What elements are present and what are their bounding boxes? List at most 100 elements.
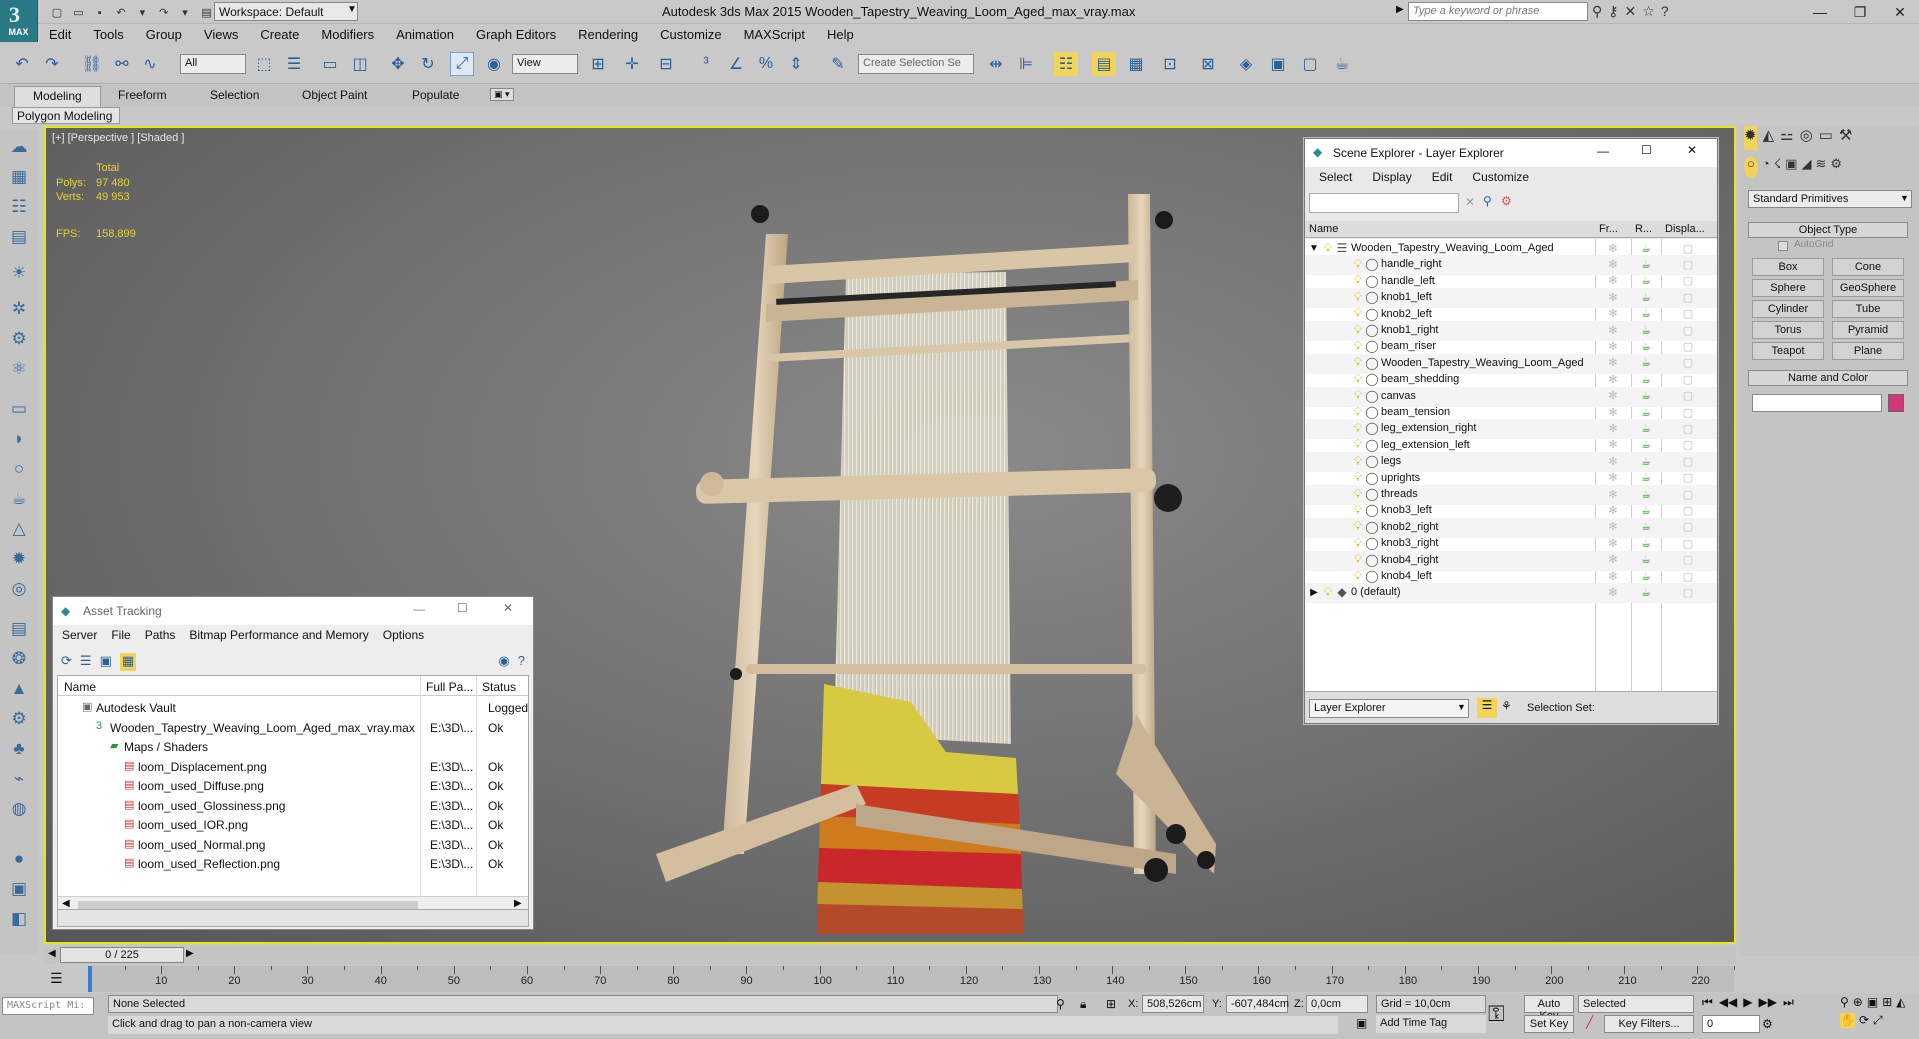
stairs-icon[interactable]: ▤ xyxy=(6,616,32,642)
zoom-extents-all-icon[interactable]: ⊞ xyxy=(1882,995,1892,1009)
time-config-icon[interactable]: ⚙ xyxy=(1762,1017,1773,1031)
vault-icon[interactable]: ◉ xyxy=(498,653,509,671)
utilities-tab-icon[interactable]: ⚒ xyxy=(1839,126,1852,150)
column-name[interactable]: Name xyxy=(64,680,96,694)
column-status[interactable]: Status xyxy=(482,680,516,694)
menu-animation[interactable]: Animation xyxy=(385,25,465,44)
current-time-marker[interactable] xyxy=(88,966,92,992)
key-mode-dropdown[interactable]: Selected xyxy=(1578,995,1694,1013)
visibility-bulb-icon[interactable]: 💡︎ xyxy=(1321,585,1335,599)
shapes-icon[interactable]: ◔ xyxy=(1762,156,1770,178)
tab-object-paint[interactable]: Object Paint xyxy=(302,88,367,102)
go-to-end-icon[interactable]: ⏭ xyxy=(1783,995,1794,1010)
asset-row[interactable]: ▤ loom_used_Glossiness.png E:\3D\... Ok xyxy=(58,796,530,815)
visibility-bulb-icon[interactable]: 💡︎ xyxy=(1351,437,1365,452)
display-box-icon[interactable]: ▢ xyxy=(1680,437,1696,453)
asset-row[interactable]: ▰ Maps / Shaders xyxy=(58,737,530,756)
render-setup-icon[interactable]: ▣ xyxy=(1266,52,1290,76)
systems-icon[interactable]: ⚙ xyxy=(1830,156,1842,178)
undo-icon[interactable]: ↶ xyxy=(112,3,130,21)
object-name-input[interactable] xyxy=(1752,394,1882,412)
ribbon-options-icon[interactable]: ▣ ▾ xyxy=(490,88,514,101)
helpers-icon[interactable]: ◢ xyxy=(1801,156,1811,178)
key-filters-button[interactable]: Key Filters... xyxy=(1604,1015,1694,1033)
object-color-swatch[interactable] xyxy=(1888,394,1904,412)
selection-filter-dropdown[interactable]: All xyxy=(180,54,246,74)
curve-editor-icon[interactable]: ⊡ xyxy=(1158,52,1182,76)
time-slider[interactable]: ◀ 0 / 225 ▶ xyxy=(44,946,1736,964)
column-render[interactable]: R... xyxy=(1635,223,1652,235)
menu-views[interactable]: Views xyxy=(193,25,249,44)
freeze-icon[interactable]: ✻ xyxy=(1605,535,1621,551)
asset-row[interactable]: 3 Wooden_Tapestry_Weaving_Loom_Aged_max_v… xyxy=(58,718,530,737)
table-icon[interactable]: ▤ xyxy=(6,224,32,250)
chevron-down-icon[interactable]: ▼ xyxy=(1900,193,1909,203)
render-teapot-icon[interactable]: ☕ xyxy=(1638,273,1654,289)
display-box-icon[interactable]: ▢ xyxy=(1680,355,1696,371)
pan-icon[interactable]: ✋ xyxy=(1840,1013,1855,1028)
render-teapot-icon[interactable]: ☕ xyxy=(1638,289,1654,305)
menu-edit[interactable]: Edit xyxy=(38,25,82,44)
viewport-label[interactable]: [+] [Perspective ] [Shaded ] xyxy=(52,132,184,144)
visibility-bulb-icon[interactable]: 💡︎ xyxy=(1351,421,1365,435)
move-icon[interactable]: ✥ xyxy=(386,52,410,76)
tab-freeform[interactable]: Freeform xyxy=(118,88,167,102)
rectangular-selection-icon[interactable]: ▭ xyxy=(318,52,342,76)
tab-populate[interactable]: Populate xyxy=(412,88,459,102)
subscription-icon[interactable]: ⚷ xyxy=(1608,3,1618,20)
list-icon[interactable]: ☷ xyxy=(6,194,32,220)
render-icon[interactable]: ◧ xyxy=(6,906,32,932)
freeze-icon[interactable]: ✻ xyxy=(1605,388,1621,404)
plane-icon[interactable]: ▭ xyxy=(6,396,32,422)
mini-curve-editor-icon[interactable]: ☰ xyxy=(50,970,63,987)
gear-icon[interactable]: ⚙ xyxy=(6,706,32,732)
freeze-icon[interactable]: ✻ xyxy=(1605,289,1621,305)
maximize-icon[interactable]: ☐ xyxy=(457,601,468,615)
placement-icon[interactable]: ◉ xyxy=(482,52,506,76)
visibility-bulb-icon[interactable]: 💡︎ xyxy=(1351,273,1365,288)
name-and-color-rollout[interactable]: Name and Color xyxy=(1748,370,1908,386)
menu-group[interactable]: Group xyxy=(135,25,193,44)
redo-icon[interactable]: ↷ xyxy=(155,3,173,21)
gear-group-icon[interactable]: ⚙ xyxy=(6,326,32,352)
favorites-icon[interactable]: ☆ xyxy=(1642,3,1655,20)
toggle-layer-explorer-icon[interactable]: ▤ xyxy=(1092,52,1116,76)
column-frozen[interactable]: Fr... xyxy=(1599,223,1618,235)
mirror-icon[interactable]: ⇹ xyxy=(984,52,1008,76)
target-icon[interactable]: ◎ xyxy=(6,576,32,602)
render-teapot-icon[interactable]: ☕ xyxy=(1638,470,1654,486)
menu-server[interactable]: Server xyxy=(55,625,104,645)
menu-customize[interactable]: Customize xyxy=(649,25,732,44)
column-full-path[interactable]: Full Pa... xyxy=(426,680,473,694)
auto-key-button[interactable]: Auto Key xyxy=(1524,995,1574,1022)
orbit-icon[interactable]: ⟳ xyxy=(1859,1013,1869,1028)
freeze-icon[interactable]: ✻ xyxy=(1605,519,1621,535)
render-teapot-icon[interactable]: ☕ xyxy=(1638,388,1654,404)
freeze-icon[interactable]: ✻ xyxy=(1605,502,1621,518)
app-menu-button[interactable]: 3 MAX xyxy=(0,0,38,42)
primitive-button-torus[interactable]: Torus xyxy=(1752,321,1824,339)
find-icon[interactable]: ⚲ xyxy=(1483,194,1492,208)
select-object-icon[interactable]: ⬚ xyxy=(252,52,276,76)
display-box-icon[interactable]: ▢ xyxy=(1680,486,1696,502)
primitive-button-plane[interactable]: Plane xyxy=(1832,342,1904,360)
polygon-modeling-panel[interactable]: Polygon Modeling xyxy=(12,107,120,124)
toggle-scene-explorer-icon[interactable]: ☷ xyxy=(1054,52,1078,76)
freeze-icon[interactable]: ✻ xyxy=(1605,552,1621,568)
hair-icon[interactable]: ⌁ xyxy=(6,766,32,792)
percent-snap-icon[interactable]: % xyxy=(754,52,778,76)
motion-tab-icon[interactable]: ◎ xyxy=(1800,126,1813,150)
next-frame-icon[interactable]: ▶▶ xyxy=(1759,995,1777,1010)
close-icon[interactable]: ✕ xyxy=(1687,143,1697,157)
freeze-icon[interactable]: ✻ xyxy=(1605,240,1621,256)
render-teapot-icon[interactable]: ☕ xyxy=(1638,371,1654,387)
render-teapot-icon[interactable]: ☕ xyxy=(1638,240,1654,256)
object-category-dropdown[interactable]: Standard Primitives xyxy=(1748,190,1912,208)
visibility-bulb-icon[interactable]: 💡︎ xyxy=(1351,503,1365,517)
window-crossing-icon[interactable]: ◫ xyxy=(348,52,372,76)
rendered-frame-window-icon[interactable]: ▢ xyxy=(1298,52,1322,76)
menu-help[interactable]: Help xyxy=(816,25,865,44)
open-file-icon[interactable]: ▭ xyxy=(69,3,87,21)
tab-modeling[interactable]: Modeling xyxy=(14,86,101,107)
freeze-icon[interactable]: ✻ xyxy=(1605,584,1621,600)
